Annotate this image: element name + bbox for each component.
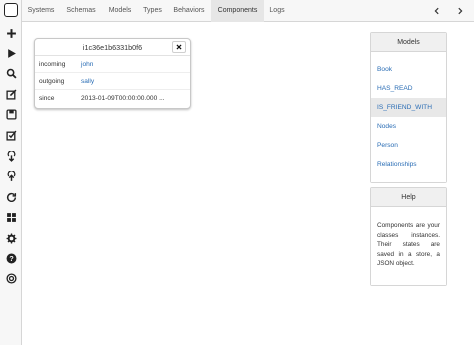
tab-behaviors[interactable]: Behaviors xyxy=(167,0,211,22)
top-nav: Systems Schemas Models Types Behaviors C… xyxy=(22,0,474,22)
outgoing-link[interactable]: sally xyxy=(81,73,94,90)
chevron-right-icon[interactable] xyxy=(450,0,470,22)
download-icon[interactable] xyxy=(3,148,19,164)
edit-icon[interactable] xyxy=(3,86,19,102)
models-list: Book HAS_READ IS_FRIEND_WITH Nodes Perso… xyxy=(371,52,446,182)
tab-components[interactable]: Components xyxy=(211,0,264,22)
app-logo xyxy=(4,3,18,17)
model-item-is-friend-with[interactable]: IS_FRIEND_WITH xyxy=(371,98,446,117)
component-id: i1c36e1b6331b0f6 xyxy=(82,43,143,52)
tab-types[interactable]: Types xyxy=(138,0,167,22)
plus-icon[interactable] xyxy=(3,25,19,41)
info-icon[interactable] xyxy=(3,270,19,286)
component-row-since: since 2013-01-09T00:00:00.000 ... xyxy=(35,90,190,107)
close-icon xyxy=(176,44,182,50)
refresh-icon[interactable] xyxy=(3,189,19,205)
model-item-nodes[interactable]: Nodes xyxy=(371,117,446,136)
search-icon[interactable] xyxy=(3,65,19,81)
play-icon[interactable] xyxy=(3,45,19,61)
row-label: outgoing xyxy=(39,78,65,85)
tab-logs[interactable]: Logs xyxy=(264,0,290,22)
component-card: i1c36e1b6331b0f6 incoming john outgoing … xyxy=(34,38,191,109)
model-item-has-read[interactable]: HAS_READ xyxy=(371,79,446,98)
models-panel: Models Book HAS_READ IS_FRIEND_WITH Node… xyxy=(370,32,447,183)
since-value[interactable]: 2013-01-09T00:00:00.000 ... xyxy=(81,90,165,107)
model-item-relationships[interactable]: Relationships xyxy=(371,155,446,174)
component-row-outgoing: outgoing sally xyxy=(35,73,190,90)
help-text: Components are your classes instances. T… xyxy=(371,207,446,285)
tab-systems[interactable]: Systems xyxy=(22,0,60,22)
tab-models[interactable]: Models xyxy=(102,0,138,22)
save-icon[interactable] xyxy=(3,106,19,122)
help-panel-title: Help xyxy=(371,188,446,207)
help-panel: Help Components are your classes instanc… xyxy=(370,187,447,286)
model-item-person[interactable]: Person xyxy=(371,136,446,155)
help-icon[interactable]: ? xyxy=(3,250,19,266)
close-button[interactable] xyxy=(172,41,186,53)
incoming-link[interactable]: john xyxy=(81,56,93,73)
left-toolbar: ? xyxy=(0,0,22,345)
gear-icon[interactable] xyxy=(3,230,19,246)
grid-icon[interactable] xyxy=(3,209,19,225)
upload-icon[interactable] xyxy=(3,168,19,184)
component-row-incoming: incoming john xyxy=(35,56,190,73)
model-item-book[interactable]: Book xyxy=(371,60,446,79)
svg-text:?: ? xyxy=(9,255,13,263)
component-card-header: i1c36e1b6331b0f6 xyxy=(35,39,190,56)
checklist-icon[interactable] xyxy=(3,127,19,143)
models-panel-title: Models xyxy=(371,33,446,52)
row-label: since xyxy=(39,95,55,102)
row-label: incoming xyxy=(39,61,66,68)
chevron-left-icon[interactable] xyxy=(427,0,447,22)
tab-schemas[interactable]: Schemas xyxy=(60,0,102,22)
